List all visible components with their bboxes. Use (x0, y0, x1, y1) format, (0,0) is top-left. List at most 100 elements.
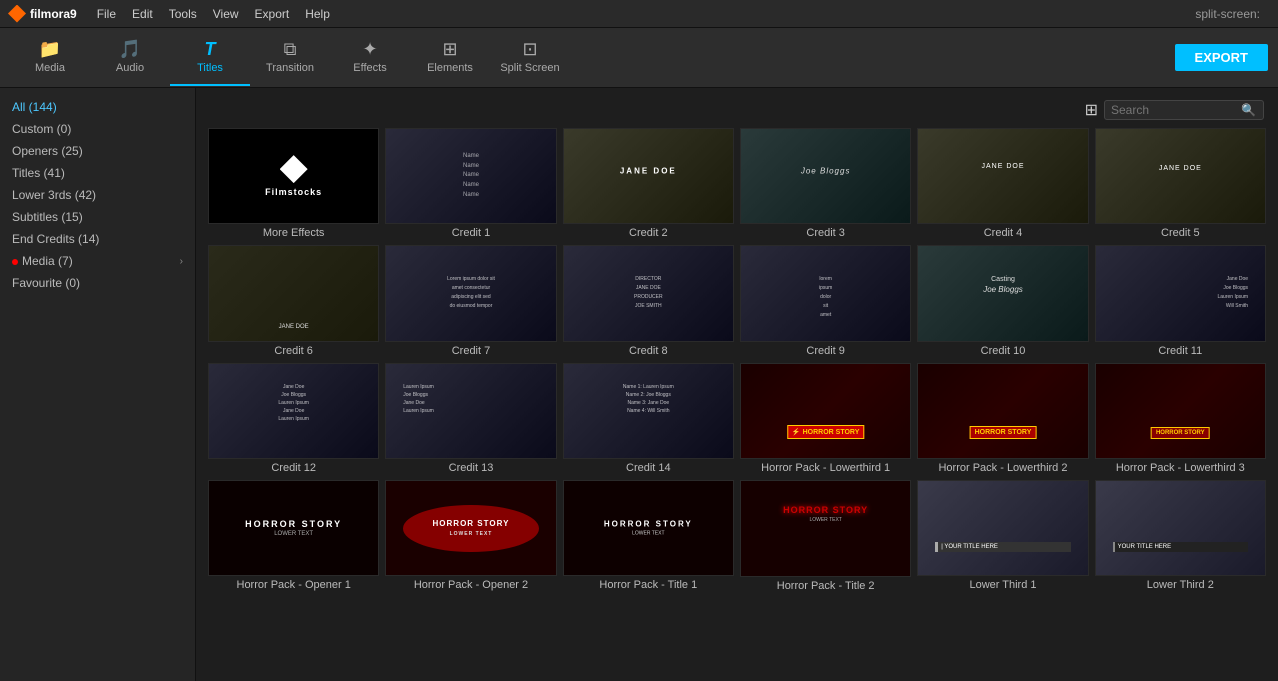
credit5-text: JANE DOE (1096, 164, 1265, 174)
list-item[interactable]: JANE DOE Credit 4 (917, 128, 1088, 239)
list-item[interactable]: HORROR STORY Horror Pack - Lowerthird 2 (917, 363, 1088, 474)
menu-tools[interactable]: Tools (161, 0, 205, 28)
list-item[interactable]: | YOUR TITLE HERE Lower Third 1 (917, 480, 1088, 591)
toolbar-elements[interactable]: ⊞ Elements (410, 30, 490, 86)
toolbar-split-screen[interactable]: ⊡ Split Screen (490, 30, 570, 86)
toolbar-media[interactable]: 📁 Media (10, 30, 90, 86)
elements-icon: ⊞ (442, 39, 457, 60)
item-label: Credit 12 (208, 462, 379, 474)
horror-badge3: HORROR STORY (1151, 427, 1210, 439)
sidebar-item-custom[interactable]: Custom (0) (0, 118, 195, 140)
filmstocks-text: Filmstocks (265, 187, 322, 197)
list-item[interactable]: HORROR STORYLOWER TEXT Horror Pack - Ope… (385, 480, 556, 591)
list-item[interactable]: loremipsumdolorsitamet Credit 9 (740, 245, 911, 356)
thumb-horror-lower3: HORROR STORY (1095, 363, 1266, 459)
horror-title2-text: HORROR STORY LOWER TEXT (758, 505, 893, 523)
thumb-lower-third2: YOUR TITLE HERE (1095, 480, 1266, 576)
item-label: Credit 3 (740, 227, 911, 239)
sidebar-item-subtitles[interactable]: Subtitles (15) (0, 206, 195, 228)
items-grid: Filmstocks More Effects NameNameNameName… (204, 128, 1270, 592)
credit12-text: Jane DoeJoe BloggsLauren IpsumJane DoeLa… (209, 383, 378, 423)
list-item[interactable]: JANE DOE Credit 2 (563, 128, 734, 239)
media-icon: 📁 (39, 39, 61, 60)
toolbar-audio[interactable]: 🎵 Audio (90, 30, 170, 86)
item-label: Credit 6 (208, 345, 379, 357)
list-item[interactable]: JANE DOE Credit 6 (208, 245, 379, 356)
list-item[interactable]: Joe Bloggs Credit 3 (740, 128, 911, 239)
credit11-text: Jane DoeJoe BloggsLauren IpsumWill Smith (1217, 275, 1248, 311)
thumb-credit11: Jane DoeJoe BloggsLauren IpsumWill Smith (1095, 245, 1266, 341)
credit3-text: Joe Bloggs (741, 166, 910, 177)
sidebar-item-lower3rds[interactable]: Lower 3rds (42) (0, 184, 195, 206)
list-item[interactable]: Jane DoeJoe BloggsLauren IpsumWill Smith… (1095, 245, 1266, 356)
thumb-credit8: DIRECTORJANE DOEPRODUCERJOE SMITH (563, 245, 734, 341)
sidebar-titles-label: Titles (41) (12, 166, 65, 180)
list-item[interactable]: NameNameNameNameName Credit 1 (385, 128, 556, 239)
list-item[interactable]: Filmstocks More Effects (208, 128, 379, 239)
list-item[interactable]: HORROR STORY Horror Pack - Lowerthird 3 (1095, 363, 1266, 474)
list-item[interactable]: HORROR STORY LOWER TEXT Horror Pack - Op… (208, 480, 379, 591)
sidebar-all-label: All (144) (12, 100, 57, 114)
list-item[interactable]: Lorem ipsum dolor sitamet consecteturadi… (385, 245, 556, 356)
list-item[interactable]: DIRECTORJANE DOEPRODUCERJOE SMITH Credit… (563, 245, 734, 356)
list-item[interactable]: HORROR STORY LOWER TEXT Horror Pack - Ti… (563, 480, 734, 591)
sidebar: All (144) Custom (0) Openers (25) Titles… (0, 88, 196, 681)
item-label: Horror Pack - Opener 2 (385, 579, 556, 591)
thumb-credit9: loremipsumdolorsitamet (740, 245, 911, 341)
export-button[interactable]: EXPORT (1175, 44, 1268, 71)
sidebar-item-openers[interactable]: Openers (25) (0, 140, 195, 162)
item-label: Credit 1 (385, 227, 556, 239)
item-label: Horror Pack - Opener 1 (208, 579, 379, 591)
item-label: Horror Pack - Lowerthird 1 (740, 462, 911, 474)
thumb-credit13: Lauren IpsumJoe BloggsJane DoeLauren Ips… (385, 363, 556, 459)
list-item[interactable]: ⚡ HORROR STORY Horror Pack - Lowerthird … (740, 363, 911, 474)
menu-edit[interactable]: Edit (124, 0, 161, 28)
credit14-text: Name 1: Lauren IpsumName 2: Joe BloggsNa… (564, 383, 733, 415)
titles-label: Titles (197, 62, 223, 74)
horror-opener1-text: HORROR STORY LOWER TEXT (226, 519, 361, 537)
thumb-horror-opener2: HORROR STORYLOWER TEXT (385, 480, 556, 576)
list-item[interactable]: Jane DoeJoe BloggsLauren IpsumJane DoeLa… (208, 363, 379, 474)
list-item[interactable]: CastingJoe Bloggs Credit 10 (917, 245, 1088, 356)
menu-file[interactable]: File (89, 0, 124, 28)
list-item[interactable]: YOUR TITLE HERE Lower Third 2 (1095, 480, 1266, 591)
horror-title1-text: HORROR STORY LOWER TEXT (604, 520, 693, 537)
grid-view-button[interactable]: ⊞ (1085, 100, 1098, 120)
transition-icon: ⧉ (284, 39, 297, 60)
sidebar-item-favourite[interactable]: Favourite (0) (0, 272, 195, 294)
item-label: Credit 5 (1095, 227, 1266, 239)
item-label: Credit 14 (563, 462, 734, 474)
thumb-credit6: JANE DOE (208, 245, 379, 341)
thumb-credit1: NameNameNameNameName (385, 128, 556, 224)
audio-label: Audio (116, 62, 144, 74)
toolbar-transition[interactable]: ⧉ Transition (250, 30, 330, 86)
item-label: Horror Pack - Lowerthird 2 (917, 462, 1088, 474)
sidebar-endcredits-label: End Credits (14) (12, 232, 99, 246)
toolbar-titles[interactable]: T Titles (170, 30, 250, 86)
menu-export[interactable]: Export (247, 0, 298, 28)
split-screen-icon: ⊡ (522, 39, 537, 60)
list-item[interactable]: Name 1: Lauren IpsumName 2: Joe BloggsNa… (563, 363, 734, 474)
sidebar-item-endcredits[interactable]: End Credits (14) (0, 228, 195, 250)
toolbar-effects[interactable]: ✦ Effects (330, 30, 410, 86)
menu-view[interactable]: View (205, 0, 247, 28)
sidebar-item-titles[interactable]: Titles (41) (0, 162, 195, 184)
app-logo: filmora9 (8, 5, 77, 23)
sidebar-lower3rds-label: Lower 3rds (42) (12, 188, 96, 202)
search-input[interactable] (1111, 103, 1241, 117)
thumb-horror-lower2: HORROR STORY (917, 363, 1088, 459)
item-label: Credit 13 (385, 462, 556, 474)
thumb-horror-title1: HORROR STORY LOWER TEXT (563, 480, 734, 576)
sidebar-item-media[interactable]: Media (7) › (0, 250, 195, 272)
main-layout: All (144) Custom (0) Openers (25) Titles… (0, 88, 1278, 681)
list-item[interactable]: JANE DOE Credit 5 (1095, 128, 1266, 239)
list-item[interactable]: Lauren IpsumJoe BloggsJane DoeLauren Ips… (385, 363, 556, 474)
item-label: Credit 10 (917, 345, 1088, 357)
item-label: Credit 9 (740, 345, 911, 357)
thumb-horror-lower1: ⚡ HORROR STORY (740, 363, 911, 459)
menu-help[interactable]: Help (297, 0, 338, 28)
list-item[interactable]: HORROR STORY LOWER TEXT Horror Pack - Ti… (740, 480, 911, 591)
effects-label: Effects (353, 62, 386, 74)
sidebar-item-all[interactable]: All (144) (0, 96, 195, 118)
item-label: Credit 8 (563, 345, 734, 357)
